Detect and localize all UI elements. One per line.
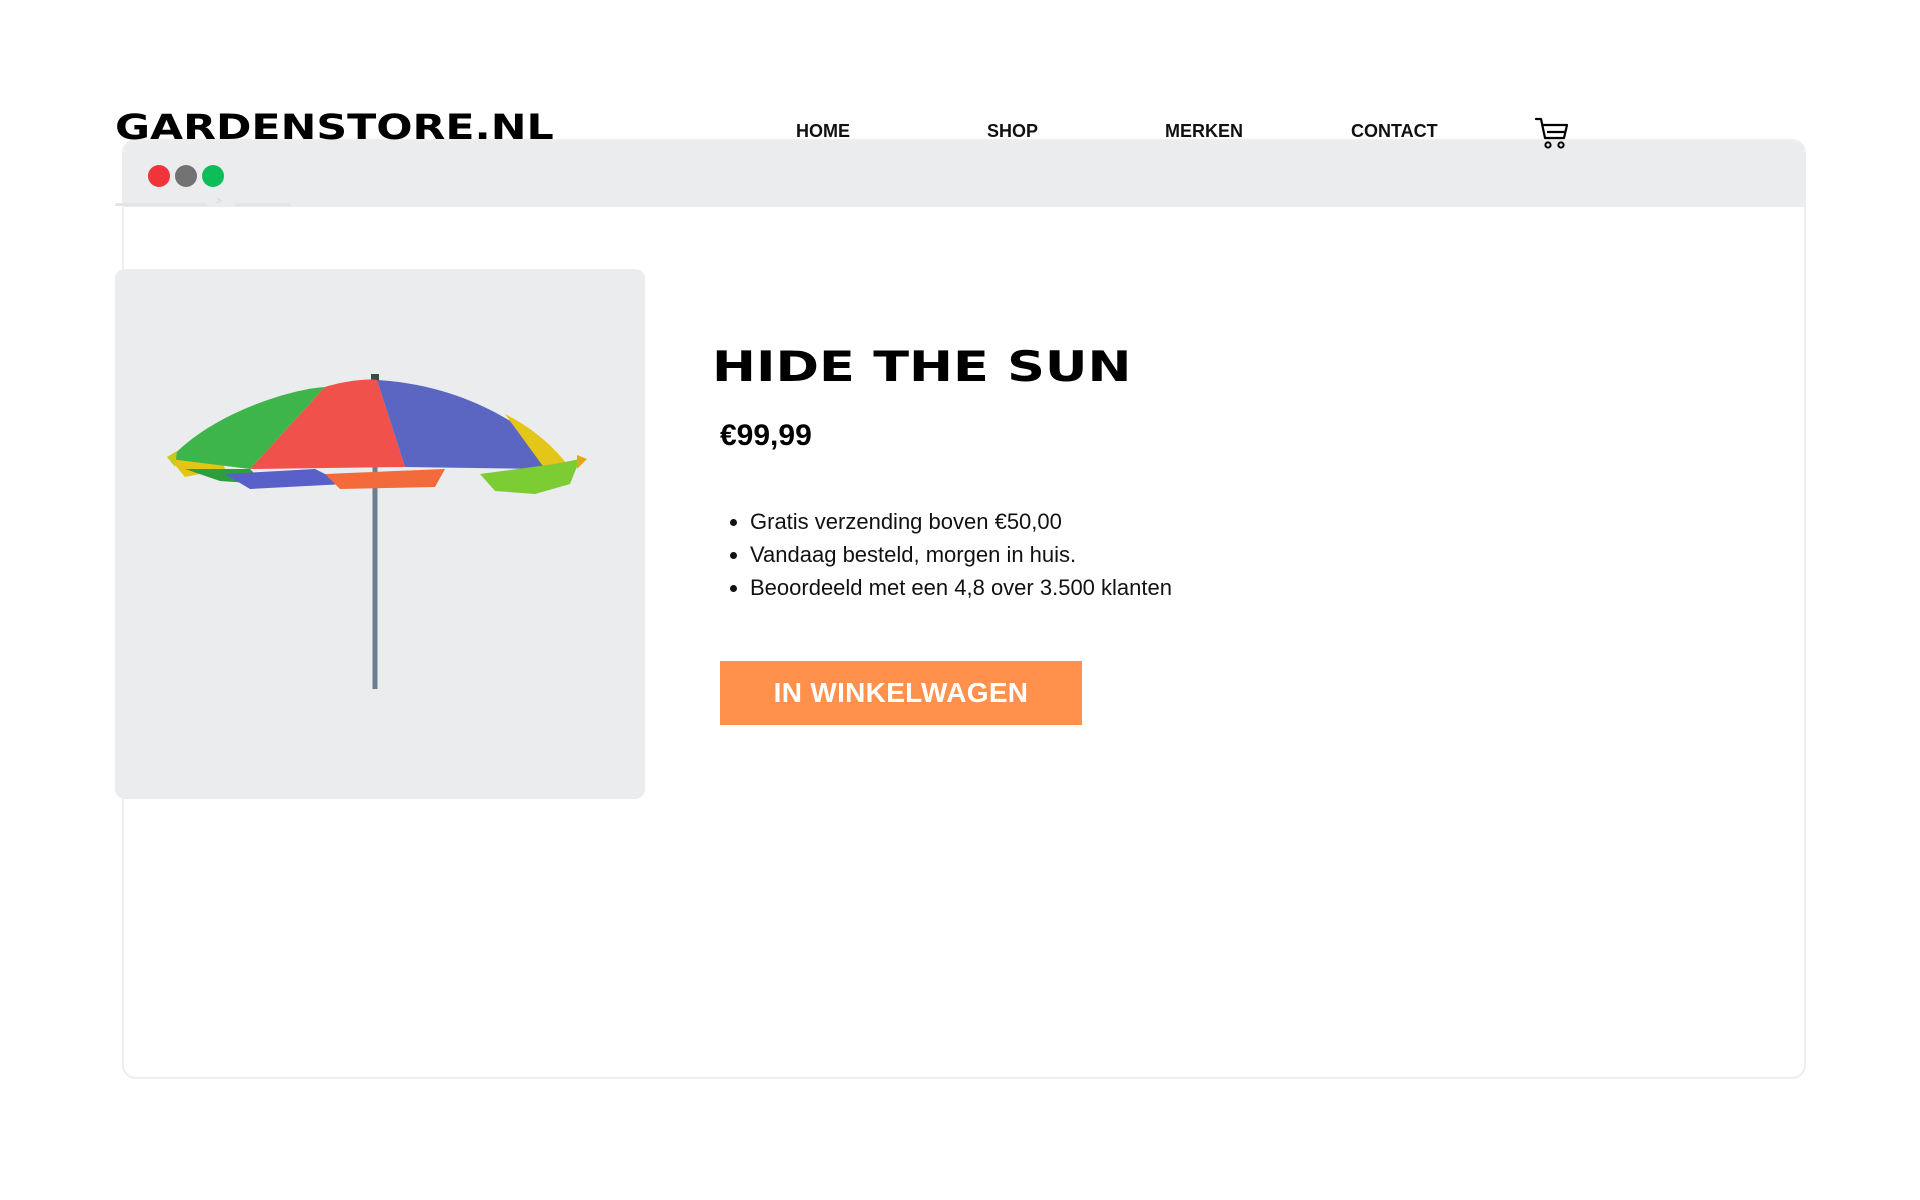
umbrella-illustration <box>167 374 587 689</box>
minimize-window-button[interactable] <box>175 165 197 187</box>
breadcrumb-item-placeholder[interactable] <box>235 203 291 206</box>
maximize-window-button[interactable] <box>202 165 224 187</box>
product-image <box>115 269 645 799</box>
product-features: Gratis verzending boven €50,00 Vandaag b… <box>720 505 1172 604</box>
window-titlebar <box>124 141 1804 207</box>
feature-item: Beoordeeld met een 4,8 over 3.500 klante… <box>750 571 1172 604</box>
add-to-cart-button[interactable]: IN WINKELWAGEN <box>720 661 1082 725</box>
breadcrumb-separator: > <box>216 196 222 207</box>
feature-item: Vandaag besteld, morgen in huis. <box>750 538 1172 571</box>
product-price: €99,99 <box>720 419 812 452</box>
nav-item-home[interactable]: HOME <box>796 121 850 142</box>
nav-item-merken[interactable]: MERKEN <box>1165 121 1243 142</box>
nav-item-contact[interactable]: CONTACT <box>1351 121 1438 142</box>
nav-item-shop[interactable]: SHOP <box>987 121 1038 142</box>
site-logo[interactable]: GARDENSTORE.NL <box>115 108 554 148</box>
shopping-cart-icon[interactable] <box>1534 114 1570 150</box>
breadcrumb-item-placeholder[interactable] <box>115 203 207 206</box>
product-title: HIDE THE SUN <box>712 342 1132 391</box>
feature-item: Gratis verzending boven €50,00 <box>750 505 1172 538</box>
close-window-button[interactable] <box>148 165 170 187</box>
